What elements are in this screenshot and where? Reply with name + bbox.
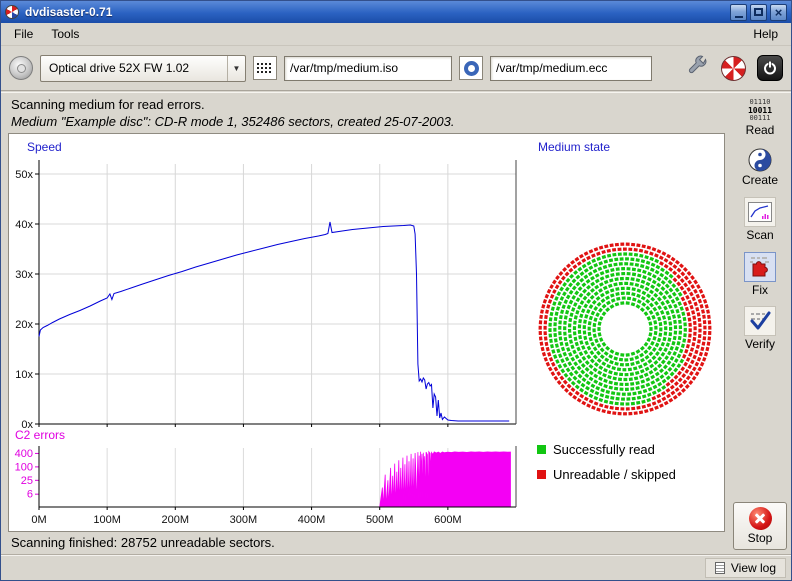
preferences-button[interactable] [684,53,710,84]
svg-text:30x: 30x [15,269,33,281]
log-icon [715,562,725,574]
stop-icon [749,507,772,530]
svg-text:500M: 500M [366,514,394,526]
speed-chart: 0x 10x 20x 30x 40x 50x [9,156,539,432]
minimize-icon [735,16,743,18]
chevron-down-icon: ▼ [227,56,245,81]
medium-state-title: Medium state [538,140,610,154]
power-icon [762,60,778,76]
status-area: Scanning medium for read errors. Medium … [1,93,729,131]
drive-select-value: Optical drive 52X FW 1.02 [41,61,227,75]
status-line2: Medium "Example disc": CD-R mode 1, 3524… [11,113,719,130]
svg-text:25: 25 [21,475,33,487]
medium-state-legend: Successfully read Unreadable / skipped [537,442,676,482]
binary-read-icon: 01110 10011 00111 [748,99,772,122]
svg-text:600M: 600M [434,514,462,526]
svg-text:40x: 40x [15,219,33,231]
red-swatch [537,470,546,479]
maximize-icon [754,8,763,16]
app-window: dvdisaster-0.71 × File Tools Help Optica… [0,0,792,581]
drive-icon [9,56,33,80]
svg-text:10x: 10x [15,369,33,381]
scan-result-status: Scanning finished: 28752 unreadable sect… [1,532,729,554]
titlebar[interactable]: dvdisaster-0.71 × [1,1,791,23]
wrench-icon [684,53,710,79]
legend-read-label: Successfully read [553,442,655,457]
puzzle-icon [744,252,776,282]
read-label: Read [746,123,775,137]
menubar: File Tools Help [1,23,791,46]
maximize-button[interactable] [750,4,767,21]
legend-item-read: Successfully read [537,442,676,457]
ecc-file-icon [459,56,483,80]
toolbar: Optical drive 52X FW 1.02 ▼ [1,46,791,90]
ecc-file-input[interactable] [490,56,652,81]
fix-label: Fix [752,283,768,297]
stop-button[interactable]: Stop [733,502,787,550]
verify-label: Verify [745,337,775,351]
yin-yang-icon [748,148,772,172]
drive-select[interactable]: Optical drive 52X FW 1.02 ▼ [40,55,246,82]
image-file-input[interactable] [284,56,452,81]
close-icon: × [775,6,783,19]
svg-text:6: 6 [27,489,33,501]
chart-panel: Speed Medium state C2 errors 0x10x20x30x… [8,133,725,532]
create-button[interactable]: Create [742,148,778,187]
svg-text:400M: 400M [298,514,326,526]
status-line1: Scanning medium for read errors. [11,96,719,113]
svg-text:0x: 0x [21,419,33,431]
speed-chart-title: Speed [27,140,62,154]
color-wheel-icon[interactable] [721,56,746,81]
medium-state-disc [530,234,720,424]
menu-file[interactable]: File [5,24,42,44]
svg-text:50x: 50x [15,169,33,181]
image-file-icon [253,56,277,80]
svg-text:100M: 100M [93,514,121,526]
menu-tools[interactable]: Tools [42,24,88,44]
action-sidebar: 01110 10011 00111 Read Create [729,93,791,554]
app-icon [5,5,19,19]
window-title: dvdisaster-0.71 [25,5,112,19]
checkmark-icon [744,306,776,336]
green-swatch [537,445,546,454]
view-log-button[interactable]: View log [705,558,786,578]
fix-button[interactable]: Fix [744,252,776,297]
quit-button[interactable] [757,55,783,81]
legend-item-unreadable: Unreadable / skipped [537,467,676,482]
menu-help[interactable]: Help [744,24,787,44]
c2-errors-chart: 6 25 100400 0M 100M 200M 300M 400M 500M 600M [9,444,539,530]
svg-text:400: 400 [15,448,33,460]
minimize-button[interactable] [730,4,747,21]
bottom-bar: View log [1,554,791,580]
view-log-label: View log [731,561,776,575]
create-label: Create [742,173,778,187]
verify-button[interactable]: Verify [744,306,776,351]
scan-label: Scan [746,228,773,242]
svg-text:20x: 20x [15,319,33,331]
svg-text:100: 100 [15,461,33,473]
svg-text:0M: 0M [31,514,46,526]
scan-button[interactable]: Scan [744,197,776,242]
svg-text:300M: 300M [230,514,258,526]
close-button[interactable]: × [770,4,787,21]
legend-unreadable-label: Unreadable / skipped [553,467,676,482]
scan-chart-icon [744,197,776,227]
svg-text:200M: 200M [162,514,190,526]
read-button[interactable]: 01110 10011 00111 Read [746,99,775,137]
stop-label: Stop [748,531,773,545]
